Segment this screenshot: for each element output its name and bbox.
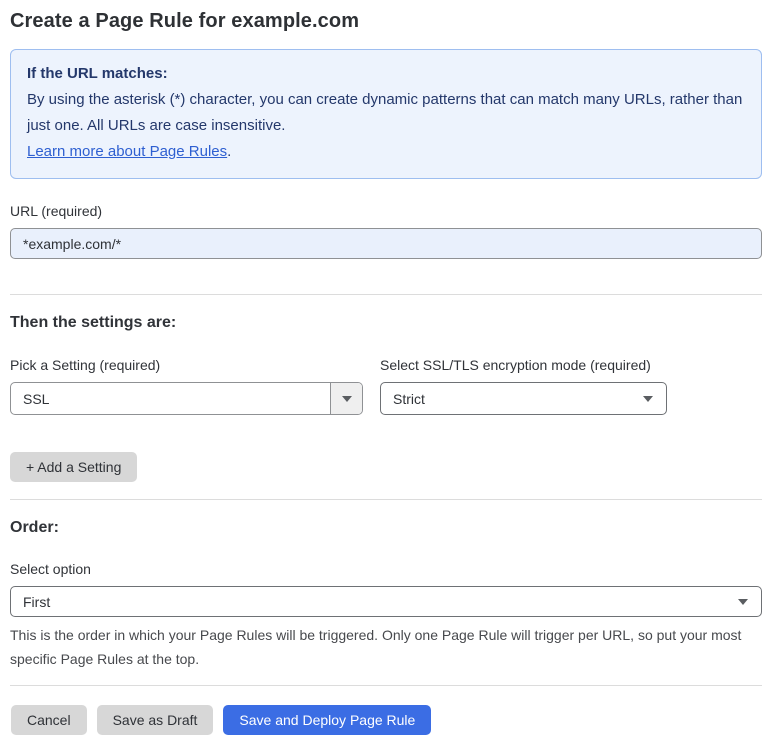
divider	[10, 685, 762, 686]
settings-section-heading: Then the settings are:	[10, 314, 177, 331]
order-select-label: Select option	[10, 561, 91, 577]
add-setting-button[interactable]: + Add a Setting	[10, 452, 138, 482]
ssl-mode-field: Select SSL/TLS encryption mode (required…	[380, 357, 667, 415]
divider	[10, 499, 762, 500]
create-page-rule-form: Create a Page Rule for example.com If th…	[0, 0, 772, 735]
link-suffix: .	[227, 143, 232, 160]
url-label: URL (required)	[10, 203, 103, 219]
chevron-down-icon	[643, 395, 666, 402]
ssl-mode-label: Select SSL/TLS encryption mode (required…	[380, 357, 651, 373]
setting-select-value: SSL	[23, 390, 50, 407]
order-section-heading: Order:	[10, 519, 59, 536]
setting-picker-label: Pick a Setting (required)	[10, 357, 161, 373]
cancel-button[interactable]: Cancel	[11, 705, 87, 735]
chevron-down-icon	[738, 598, 761, 605]
info-box-body: By using the asterisk (*) character, you…	[27, 91, 743, 134]
save-draft-button[interactable]: Save as Draft	[96, 705, 214, 735]
order-select[interactable]: First	[10, 586, 762, 617]
chevron-down-icon	[330, 383, 362, 414]
ssl-mode-select[interactable]: Strict	[380, 382, 667, 415]
ssl-mode-select-value: Strict	[393, 390, 425, 407]
settings-row: Pick a Setting (required) SSL Select SSL…	[10, 357, 762, 415]
info-box-link-row: Learn more about Page Rules.	[27, 139, 745, 165]
page-title: Create a Page Rule for example.com	[10, 10, 360, 32]
setting-select[interactable]: SSL	[10, 382, 363, 415]
url-input[interactable]	[10, 228, 762, 259]
save-deploy-button[interactable]: Save and Deploy Page Rule	[223, 705, 432, 735]
setting-picker-field: Pick a Setting (required) SSL	[10, 357, 363, 415]
footer-actions: Cancel Save as Draft Save and Deploy Pag…	[10, 705, 762, 735]
url-match-info-box: If the URL matches: By using the asteris…	[10, 49, 762, 179]
divider	[10, 294, 762, 295]
order-select-value: First	[23, 593, 51, 610]
order-help-text: This is the order in which your Page Rul…	[10, 627, 742, 667]
info-box-heading: If the URL matches:	[27, 65, 168, 82]
learn-more-link[interactable]: Learn more about Page Rules	[27, 143, 227, 160]
